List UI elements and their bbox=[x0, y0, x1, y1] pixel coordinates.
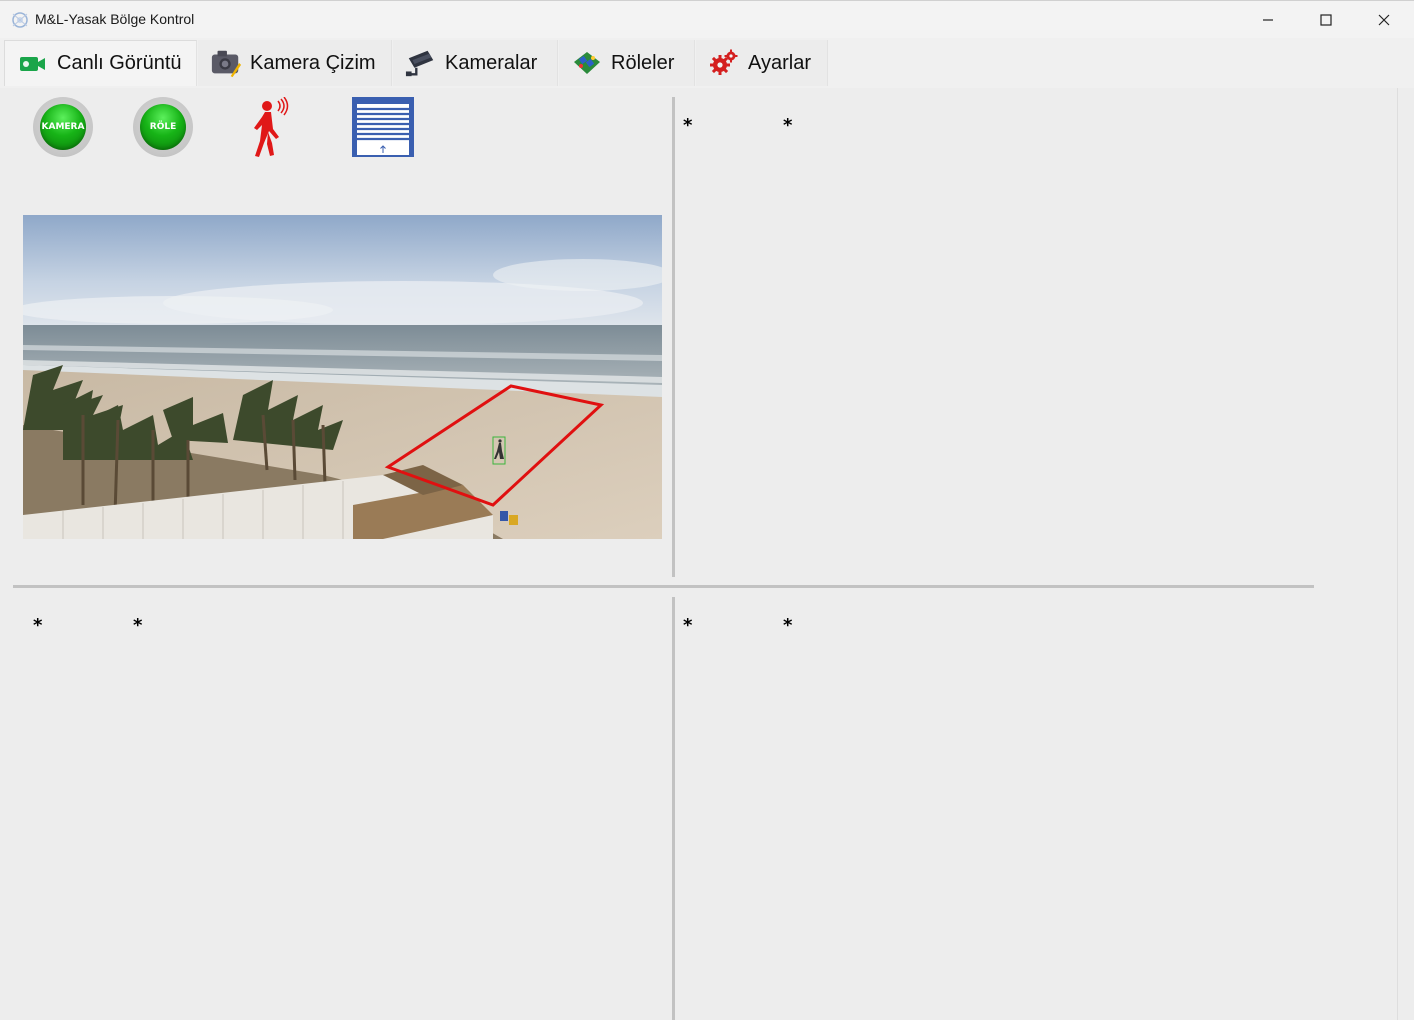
title-bar: M&L-Yasak Bölge Kontrol bbox=[0, 0, 1414, 38]
app-icon bbox=[12, 12, 28, 28]
camera-status-button[interactable]: KAMERA bbox=[33, 97, 93, 157]
maximize-icon bbox=[1320, 14, 1332, 26]
panel-divider-vertical-bottom bbox=[672, 597, 675, 1020]
cctv-camera-icon bbox=[405, 47, 437, 79]
relay-board-icon bbox=[571, 47, 603, 79]
person-motion-alert-icon bbox=[254, 97, 289, 157]
video-camera-icon bbox=[17, 48, 49, 80]
tab-label: Canlı Görüntü bbox=[57, 52, 182, 74]
panel-bottom-right-marker-2: * bbox=[783, 615, 793, 636]
relay-status-label: RÖLE bbox=[149, 122, 177, 132]
tab-strip: Canlı Görüntü Kamera Çizim Kameralar Röl… bbox=[0, 38, 1414, 88]
close-icon bbox=[1378, 14, 1390, 26]
panel-divider-horizontal bbox=[13, 585, 1314, 588]
tab-label: Kameralar bbox=[445, 51, 538, 74]
panel-divider-vertical-top bbox=[672, 97, 675, 577]
tab-label: Ayarlar bbox=[748, 51, 811, 74]
tab-kameralar[interactable]: Kameralar bbox=[393, 40, 558, 86]
maximize-button[interactable] bbox=[1297, 1, 1355, 39]
panel-bottom-left-marker-1: * bbox=[33, 615, 43, 636]
tab-kamera-cizim[interactable]: Kamera Çizim bbox=[198, 40, 392, 86]
app-window: M&L-Yasak Bölge Kontrol Canlı Görüntü Ka… bbox=[0, 0, 1414, 1020]
tab-label: Röleler bbox=[611, 51, 675, 74]
panel-bottom-right-marker-1: * bbox=[683, 615, 693, 636]
tab-canli-goruntu[interactable]: Canlı Görüntü bbox=[4, 40, 197, 86]
panel-bottom-left-marker-2: * bbox=[133, 615, 143, 636]
camera-live-feed[interactable] bbox=[23, 215, 662, 539]
close-button[interactable] bbox=[1355, 1, 1413, 39]
camera-draw-icon bbox=[210, 47, 242, 79]
relay-status-button[interactable]: RÖLE bbox=[133, 97, 193, 157]
tab-label: Kamera Çizim bbox=[250, 51, 376, 74]
relay-status-led: RÖLE bbox=[140, 104, 186, 150]
window-title: M&L-Yasak Bölge Kontrol bbox=[35, 11, 195, 27]
minimize-button[interactable] bbox=[1239, 1, 1297, 39]
gears-icon bbox=[708, 47, 740, 79]
panel-top-right-marker-2: * bbox=[783, 115, 793, 136]
camera-status-led: KAMERA bbox=[40, 104, 86, 150]
tab-ayarlar[interactable]: Ayarlar bbox=[696, 40, 828, 86]
shutter-door-icon[interactable] bbox=[352, 97, 414, 157]
camera-status-label: KAMERA bbox=[41, 122, 85, 132]
minimize-icon bbox=[1263, 19, 1273, 21]
camera-frame bbox=[23, 215, 662, 539]
tab-roleler[interactable]: Röleler bbox=[559, 40, 695, 86]
panel-top-right-marker-1: * bbox=[683, 115, 693, 136]
